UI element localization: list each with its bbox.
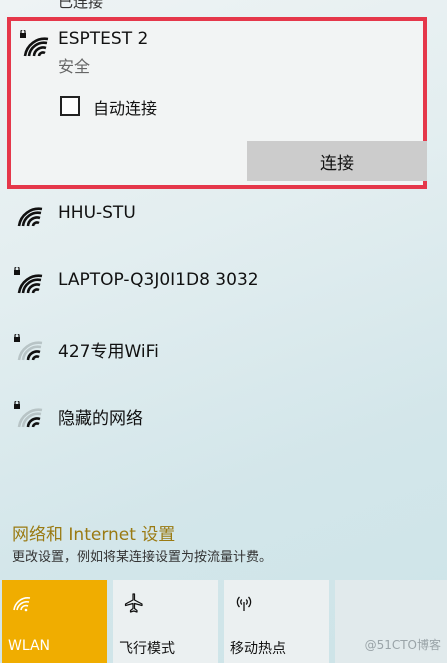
- network-item-hhu-stu[interactable]: HHU-STU: [0, 186, 447, 248]
- network-settings-link[interactable]: 网络和 Internet 设置: [12, 520, 175, 545]
- connect-button[interactable]: 连接: [247, 141, 427, 181]
- previous-network-status-partial: 已连接: [0, 0, 447, 12]
- wlan-label: WLAN: [8, 638, 51, 654]
- airplane-mode-label: 飞行模式: [119, 641, 175, 657]
- network-security-status: 安全: [58, 57, 91, 76]
- selected-network-panel[interactable]: ESPTEST 2 安全 自动连接 连接: [7, 17, 427, 189]
- network-settings-description: 更改设置，例如将某连接设置为按流量计费。: [12, 550, 273, 565]
- airplane-icon: [122, 592, 144, 614]
- mobile-hotspot-tile[interactable]: 移动热点: [224, 580, 329, 663]
- watermark: @51CTO博客: [364, 638, 441, 652]
- network-name: 隐藏的网络: [58, 409, 143, 429]
- network-item-hidden[interactable]: 隐藏的网络: [0, 387, 447, 449]
- network-item-427-wifi[interactable]: 427专用WiFi: [0, 320, 447, 382]
- auto-connect-checkbox[interactable]: [60, 96, 80, 116]
- network-name: LAPTOP-Q3J0I1D8 3032: [58, 270, 259, 290]
- network-name: ESPTEST 2: [58, 29, 149, 49]
- previous-network-status: 已连接: [58, 0, 104, 11]
- secured-wifi-full-icon: [18, 30, 52, 60]
- network-name: 427专用WiFi: [58, 342, 159, 362]
- auto-connect-label[interactable]: 自动连接: [93, 95, 157, 119]
- network-item-laptop[interactable]: LAPTOP-Q3J0I1D8 3032: [0, 253, 447, 315]
- wifi-icon: [11, 592, 33, 614]
- secured-wifi-full-icon: [12, 267, 46, 297]
- secured-wifi-weak-icon: [12, 401, 46, 431]
- secured-wifi-weak-icon: [12, 334, 46, 364]
- network-name: HHU-STU: [58, 203, 136, 223]
- mobile-hotspot-label: 移动热点: [230, 641, 286, 657]
- wlan-toggle-tile[interactable]: WLAN: [2, 580, 107, 663]
- hotspot-icon: [233, 592, 255, 614]
- wifi-full-icon: [12, 200, 46, 230]
- airplane-mode-tile[interactable]: 飞行模式: [113, 580, 218, 663]
